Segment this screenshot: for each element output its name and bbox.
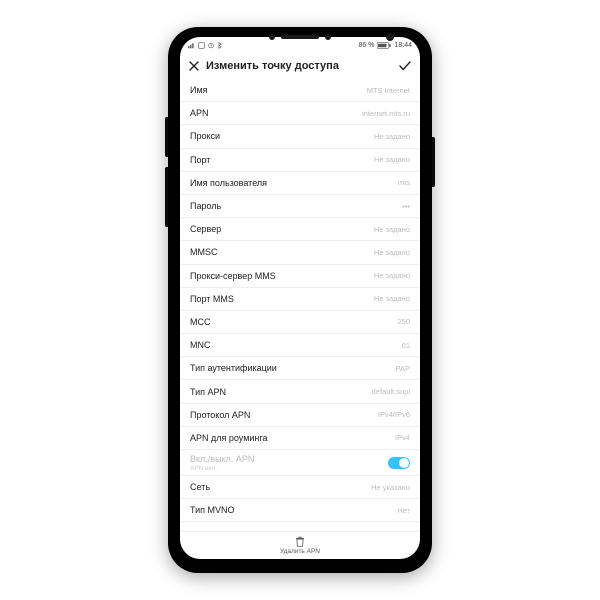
row-label: Тип APN — [190, 387, 226, 397]
delete-apn-button[interactable]: Удалить APN — [180, 531, 420, 559]
settings-row[interactable]: Порт Не задано — [180, 149, 420, 172]
confirm-icon[interactable] — [398, 60, 412, 72]
row-label: MNC — [190, 340, 211, 350]
row-label: Порт MMS — [190, 294, 234, 304]
row-value: Не задано — [374, 294, 410, 303]
row-label: Прокси-сервер MMS — [190, 271, 276, 281]
settings-row[interactable]: Прокси Не задано — [180, 125, 420, 148]
row-label: Тип MVNO — [190, 505, 235, 515]
settings-row-disabled: Значение MVNO — [180, 522, 420, 531]
settings-row[interactable]: Протокол APN IPv4/IPv6 — [180, 404, 420, 427]
row-label: Тип аутентификации — [190, 363, 277, 373]
row-label: Сервер — [190, 224, 221, 234]
row-label: APN для роуминга — [190, 433, 267, 443]
row-sublabel: APN вкл. — [190, 465, 254, 472]
row-label: Прокси — [190, 131, 220, 141]
settings-row[interactable]: Имя MTS Internet — [180, 79, 420, 102]
trash-icon — [295, 536, 305, 547]
hw-power — [432, 137, 435, 187]
settings-row[interactable]: APN для роуминга IPv4 — [180, 427, 420, 450]
row-label: Порт — [190, 155, 210, 165]
row-label: MCC — [190, 317, 211, 327]
battery-icon — [377, 42, 391, 49]
row-label: Имя пользователя — [190, 178, 267, 188]
bluetooth-icon — [217, 42, 222, 49]
row-value: PAP — [396, 364, 410, 373]
settings-list: Имя MTS Internet APN internet.mts.ru Прокси Н… — [180, 79, 420, 531]
row-value: Не задано — [374, 271, 410, 280]
apn-enable-row[interactable]: Вкл./выкл. APNAPN вкл. — [180, 450, 420, 476]
settings-row[interactable]: Имя пользователя mts — [180, 172, 420, 195]
row-label: Протокол APN — [190, 410, 250, 420]
row-value: Не задано — [374, 132, 410, 141]
nfc-icon — [198, 42, 205, 49]
clock: 18:44 — [394, 42, 412, 49]
settings-row[interactable]: Сеть Не указано — [180, 476, 420, 499]
row-label: Пароль — [190, 201, 221, 211]
hw-volume-up — [165, 117, 168, 157]
row-value: ••• — [402, 202, 410, 211]
row-value: Не задано — [374, 248, 410, 257]
signal-icon — [188, 42, 195, 49]
row-label: APN — [190, 108, 209, 118]
phone-frame: 86 % 18:44 Изменить точку доступа Имя MTS… — [168, 27, 432, 573]
row-value: IPv4/IPv6 — [378, 410, 410, 419]
row-value: Не задано — [374, 155, 410, 164]
row-value: 01 — [402, 341, 410, 350]
row-label: Имя — [190, 85, 208, 95]
page-title: Изменить точку доступа — [206, 60, 392, 72]
row-label: Сеть — [190, 482, 210, 492]
row-value: Не задано — [374, 225, 410, 234]
settings-row[interactable]: Тип MVNO Нет — [180, 499, 420, 522]
row-label: Вкл./выкл. APN — [190, 454, 254, 464]
settings-row[interactable]: MNC 01 — [180, 334, 420, 357]
settings-row[interactable]: Тип APN default,supl — [180, 380, 420, 403]
settings-row[interactable]: Тип аутентификации PAP — [180, 357, 420, 380]
title-bar: Изменить точку доступа — [180, 53, 420, 79]
row-value: Не указано — [371, 483, 410, 492]
settings-row[interactable]: MMSC Не задано — [180, 241, 420, 264]
settings-row[interactable]: MCC 250 — [180, 311, 420, 334]
screen: 86 % 18:44 Изменить точку доступа Имя MTS… — [180, 37, 420, 559]
row-value: Нет — [397, 506, 410, 515]
row-value: mts — [398, 178, 410, 187]
row-label: MMSC — [190, 247, 218, 257]
row-value: internet.mts.ru — [362, 109, 410, 118]
row-value: default,supl — [372, 387, 410, 396]
settings-row[interactable]: Сервер Не задано — [180, 218, 420, 241]
row-value: 250 — [397, 317, 410, 326]
battery-pct: 86 % — [359, 42, 375, 49]
settings-row[interactable]: Порт MMS Не задано — [180, 288, 420, 311]
hw-volume-down — [165, 167, 168, 227]
delete-apn-label: Удалить APN — [280, 548, 320, 555]
row-value: MTS Internet — [367, 86, 410, 95]
settings-row[interactable]: Пароль ••• — [180, 195, 420, 218]
settings-row[interactable]: Прокси-сервер MMS Не задано — [180, 265, 420, 288]
hw-top-cluster — [168, 32, 432, 42]
close-icon[interactable] — [188, 60, 200, 72]
row-value: IPv4 — [395, 433, 410, 442]
alarm-icon — [208, 42, 214, 49]
apn-enable-toggle[interactable] — [388, 457, 410, 469]
settings-row[interactable]: APN internet.mts.ru — [180, 102, 420, 125]
